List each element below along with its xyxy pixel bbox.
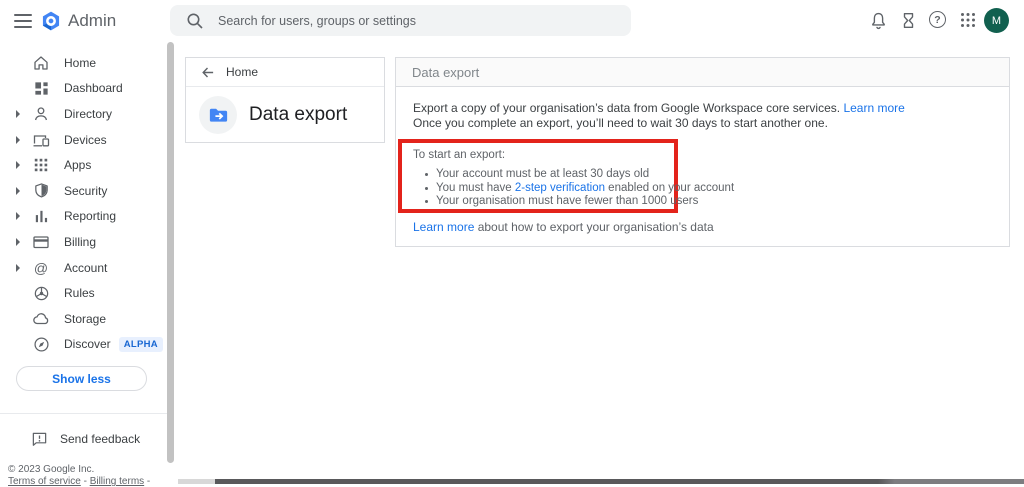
home-icon xyxy=(32,54,50,72)
sidebar-item-label: Security xyxy=(64,183,108,198)
sidebar-item-label: Discover xyxy=(64,337,111,352)
data-export-panel: Data export Export a copy of your organi… xyxy=(395,57,1010,247)
annotation-red-box: To start an export: Your account must be… xyxy=(398,139,734,213)
app-title: Admin xyxy=(68,11,117,30)
sidebar-item-label: Rules xyxy=(64,286,95,301)
terms-of-service-link[interactable]: Terms of service xyxy=(8,476,81,487)
breadcrumb-label: Home xyxy=(226,65,259,79)
learn-more-link[interactable]: Learn more xyxy=(843,101,904,115)
expand-arrow-icon[interactable] xyxy=(16,263,20,272)
sidebar-item-apps[interactable]: Apps xyxy=(0,152,160,178)
steering-wheel-icon xyxy=(32,284,50,302)
back-to-home[interactable]: Home xyxy=(186,58,384,87)
sidebar-item-discover[interactable]: Discover ALPHA xyxy=(0,332,163,358)
sidebar-item-label: Billing xyxy=(64,234,97,249)
link-separator: - xyxy=(80,476,90,487)
sidebar-item-billing[interactable]: Billing xyxy=(0,229,160,255)
feedback-icon xyxy=(30,430,48,448)
data-export-icon xyxy=(199,96,237,134)
billing-terms-link[interactable]: Billing terms xyxy=(90,476,144,487)
avatar[interactable]: M xyxy=(984,8,1009,33)
tasks-hourglass-icon[interactable] xyxy=(899,11,918,30)
search-bar[interactable] xyxy=(170,5,631,36)
sidebar-item-label: Account xyxy=(64,260,108,275)
expand-arrow-icon[interactable] xyxy=(16,135,20,144)
panel-footer-text: Learn more about how to export your orga… xyxy=(413,220,714,234)
expand-arrow-icon[interactable] xyxy=(16,109,20,118)
requirement-item: Your account must be at least 30 days ol… xyxy=(424,168,734,182)
sidebar-item-storage[interactable]: Storage xyxy=(0,306,160,332)
bar-chart-icon xyxy=(32,207,50,225)
devices-icon xyxy=(32,131,50,149)
help-icon[interactable]: ? xyxy=(929,11,948,30)
sidebar-item-dashboard[interactable]: Dashboard xyxy=(0,76,160,102)
two-step-verification-link[interactable]: 2-step verification xyxy=(515,182,605,194)
sidebar-divider xyxy=(0,413,170,414)
sidebar-item-devices[interactable]: Devices xyxy=(0,127,160,153)
page-title-row: Data export xyxy=(186,87,384,143)
sidebar-nav: Home Dashboard Directory Devices Apps Se… xyxy=(0,50,163,358)
top-bar: Admin ? M xyxy=(0,0,1024,42)
search-icon xyxy=(187,13,203,29)
alpha-badge: ALPHA xyxy=(118,336,163,352)
back-arrow-icon xyxy=(202,67,214,77)
google-admin-logo-icon[interactable] xyxy=(40,10,62,32)
link-separator: - xyxy=(144,476,151,487)
sidebar-item-label: Devices xyxy=(64,132,107,147)
show-less-button[interactable]: Show less xyxy=(16,366,147,391)
sidebar-item-label: Dashboard xyxy=(64,81,123,96)
breadcrumb-card: Home Data export xyxy=(185,57,385,143)
sidebar-item-home[interactable]: Home xyxy=(0,50,160,76)
send-feedback-label: Send feedback xyxy=(60,432,141,446)
apps-grid-icon[interactable] xyxy=(959,11,978,30)
sidebar-item-security[interactable]: Security xyxy=(0,178,160,204)
expand-arrow-icon[interactable] xyxy=(16,161,20,170)
sidebar-item-label: Apps xyxy=(64,158,92,173)
requirements-title: To start an export: xyxy=(413,149,506,161)
sidebar-item-label: Storage xyxy=(64,311,107,326)
expand-arrow-icon[interactable] xyxy=(16,237,20,246)
sidebar-item-label: Directory xyxy=(64,106,113,121)
expand-arrow-icon[interactable] xyxy=(16,186,20,195)
menu-icon[interactable] xyxy=(14,14,32,28)
cloud-icon xyxy=(32,310,50,328)
requirement-item: You must have 2-step verification enable… xyxy=(424,181,735,194)
search-input[interactable] xyxy=(218,13,631,28)
expand-arrow-icon[interactable] xyxy=(16,212,20,221)
dashboard-icon xyxy=(32,79,50,97)
notifications-bell-icon[interactable] xyxy=(869,11,888,30)
panel-header: Data export xyxy=(396,58,1009,87)
learn-more-link[interactable]: Learn more xyxy=(413,220,474,234)
sidebar-item-reporting[interactable]: Reporting xyxy=(0,204,160,230)
requirements-list: Your account must be at least 30 days ol… xyxy=(424,168,735,209)
credit-card-icon xyxy=(32,233,50,251)
intro-text: Export a copy of your organisation’s dat… xyxy=(413,101,905,130)
sidebar-item-rules[interactable]: Rules xyxy=(0,280,160,306)
send-feedback-button[interactable]: Send feedback xyxy=(0,428,160,450)
sidebar-scrollbar[interactable] xyxy=(167,42,174,463)
apps-icon xyxy=(32,156,50,174)
sidebar-item-label: Home xyxy=(64,55,97,70)
sidebar-item-account[interactable]: @ Account xyxy=(0,255,160,281)
sidebar-item-label: Reporting xyxy=(64,209,117,224)
horizontal-scrollbar-thumb[interactable] xyxy=(215,479,1024,484)
compass-icon xyxy=(32,335,50,353)
sidebar-item-directory[interactable]: Directory xyxy=(0,101,160,127)
shield-icon xyxy=(32,182,50,200)
copyright-text: © 2023 Google Inc. xyxy=(8,464,95,475)
footer-links: Terms of service - Billing terms - xyxy=(8,476,150,487)
page-title: Data export xyxy=(249,104,348,125)
person-icon xyxy=(32,105,50,123)
requirement-item: Your organisation must have fewer than 1… xyxy=(424,195,734,209)
at-sign-icon: @ xyxy=(33,259,49,276)
